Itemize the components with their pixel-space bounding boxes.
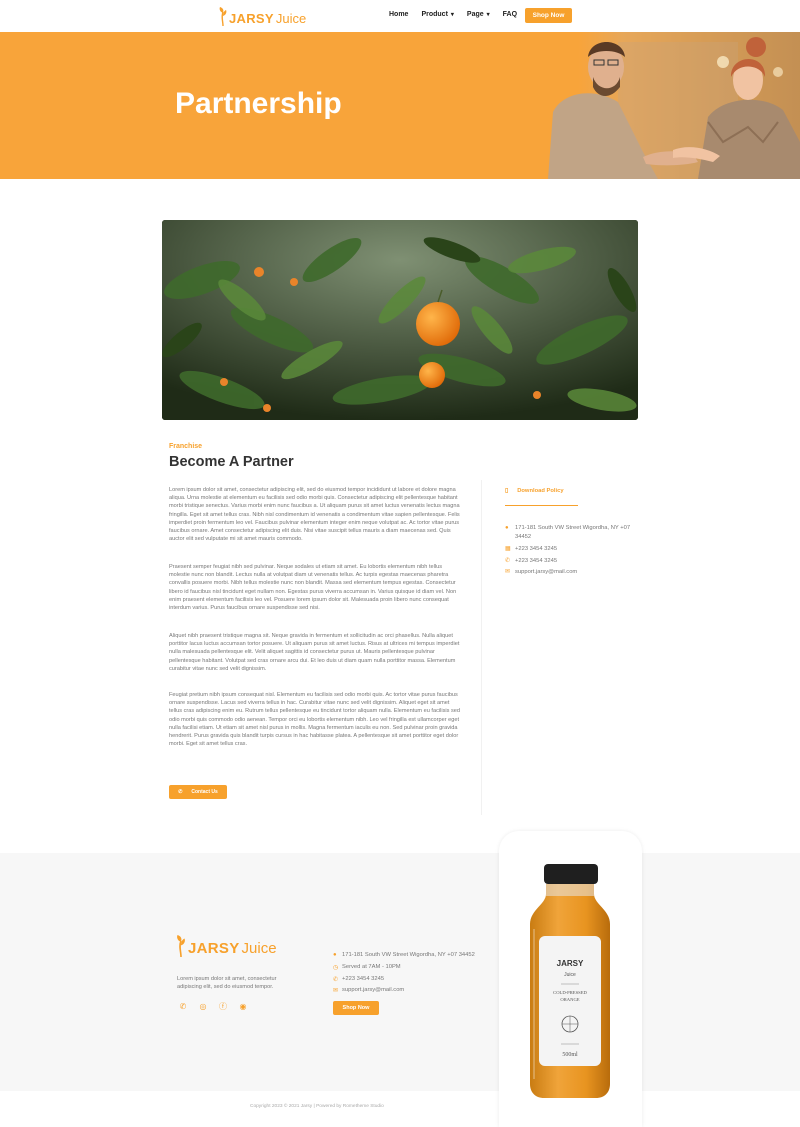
footer-hours: ◷ Served at 7AM - 10PM bbox=[333, 964, 401, 971]
location-icon: ● bbox=[505, 525, 509, 531]
brand-logo[interactable]: JARSY Juice bbox=[218, 4, 306, 26]
instagram-icon[interactable]: ◉ bbox=[238, 1001, 248, 1011]
leaf-icon bbox=[219, 7, 227, 26]
hero-banner: Partnership bbox=[0, 32, 800, 179]
shop-now-button[interactable]: Shop Now bbox=[525, 8, 572, 23]
orange-tree-illustration bbox=[162, 220, 638, 420]
footer-email-text: support.jarsy@mail.com bbox=[342, 987, 405, 993]
body-paragraph: Praesent semper feugiat nibh sed pulvina… bbox=[169, 564, 457, 612]
calendar-icon: ▦ bbox=[505, 546, 511, 552]
footer-email: ✉ support.jarsy@mail.com bbox=[333, 987, 404, 994]
clock-icon: ◷ bbox=[333, 965, 339, 971]
logo-brand-text: JARSY bbox=[229, 11, 274, 26]
page-title: Partnership bbox=[175, 87, 342, 120]
footer-address-text: 171-181 South VW Street Wigordha, NY +07… bbox=[342, 952, 475, 958]
contact-us-label: Contact Us bbox=[191, 789, 218, 795]
nav-product-label: Product bbox=[421, 11, 448, 18]
footer-phone: ✆ +223 3454 3245 bbox=[333, 976, 384, 983]
main-menu: Home Product ▾ Page ▾ FAQ bbox=[389, 11, 530, 18]
phone-icon: ✆ bbox=[333, 977, 339, 983]
sidebar-address: ● 171-181 South VW Street Wigordha, NY +… bbox=[505, 524, 640, 541]
juice-bottle-image: JARSY Juice COLD-PRESSED ORANGE 500ml bbox=[530, 864, 610, 1098]
footer-phone-text: +223 3454 3245 bbox=[342, 976, 385, 982]
nav-page-label: Page bbox=[466, 11, 484, 18]
nav-product[interactable]: Product ▾ bbox=[421, 11, 453, 18]
sidebar-address-text: 171-181 South VW Street Wigordha, NY +07… bbox=[515, 525, 631, 540]
social-links: ✆ ◎ ⓕ ◉ bbox=[178, 1001, 248, 1011]
handshake-photo bbox=[548, 32, 800, 179]
nav-home[interactable]: Home bbox=[389, 11, 408, 18]
chevron-down-icon: ▾ bbox=[450, 12, 454, 18]
contact-us-button[interactable]: ✆ Contact Us bbox=[169, 785, 227, 799]
sidebar-phone-1-text: +223 3454 3245 bbox=[515, 546, 558, 552]
bottle-line-2: ORANGE bbox=[560, 997, 579, 1002]
handshake-illustration bbox=[548, 37, 800, 179]
chevron-down-icon: ▾ bbox=[486, 12, 490, 18]
section-kicker: Franchise bbox=[169, 443, 203, 450]
sidebar-phone-2-text: +223 3454 3245 bbox=[515, 558, 558, 564]
body-paragraph: Lorem ipsum dolor sit amet, consectetur … bbox=[169, 487, 460, 543]
footer-logo-sub: Juice bbox=[241, 940, 277, 957]
section-title: Become A Partner bbox=[169, 454, 294, 470]
footer-shop-now-button[interactable]: Shop Now bbox=[333, 1001, 379, 1015]
phone-icon: ✆ bbox=[178, 789, 183, 795]
nav-page[interactable]: Page ▾ bbox=[467, 11, 490, 18]
logo-sub-text: Juice bbox=[275, 11, 307, 26]
mail-icon: ✉ bbox=[333, 988, 339, 994]
leaf-icon bbox=[177, 935, 185, 957]
copyright: Copyright 2023 © 2021 Jarsy | Powered by… bbox=[250, 1104, 384, 1109]
top-nav: JARSY Juice Home Product ▾ Page ▾ FAQ Shop… bbox=[0, 0, 800, 32]
footer bbox=[0, 853, 800, 1091]
footer-logo[interactable]: JARSY Juice bbox=[175, 935, 277, 957]
file-icon: ▯ bbox=[505, 488, 509, 494]
download-policy-label: Download Policy bbox=[517, 488, 564, 494]
footer-description: Lorem ipsum dolor sit amet, consectetur … bbox=[177, 976, 277, 991]
body-paragraph: Aliquet nibh praesent tristique magna si… bbox=[169, 633, 460, 672]
footer-logo-brand: JARSY bbox=[188, 940, 240, 957]
bottle-brand: JARSY bbox=[557, 959, 584, 968]
phone-icon: ✆ bbox=[505, 558, 511, 564]
body-paragraph: Feugiat pretium nibh ipsum consequat nis… bbox=[169, 692, 461, 748]
sidebar-email: ✉ support.jarsy@mail.com bbox=[505, 568, 640, 577]
sidebar-phone-2: ✆ +223 3454 3245 bbox=[505, 557, 640, 566]
bottle-volume: 500ml bbox=[562, 1052, 578, 1058]
phone-icon[interactable]: ✆ bbox=[178, 1001, 188, 1011]
nav-faq-label: FAQ bbox=[502, 11, 518, 18]
sidebar-email-text: support.jarsy@mail.com bbox=[515, 569, 578, 575]
orange-tree-image bbox=[162, 220, 638, 420]
download-policy-link[interactable]: ▯ Download Policy bbox=[505, 486, 578, 506]
location-icon: ● bbox=[333, 952, 337, 958]
footer-bottom bbox=[0, 1091, 800, 1127]
footer-address: ● 171-181 South VW Street Wigordha, NY +… bbox=[333, 952, 475, 958]
nav-home-label: Home bbox=[389, 11, 409, 18]
facebook-icon[interactable]: ⓕ bbox=[218, 1001, 228, 1011]
mail-icon: ✉ bbox=[505, 569, 511, 575]
whatsapp-icon[interactable]: ◎ bbox=[198, 1001, 208, 1011]
bottle-line-1: COLD-PRESSED bbox=[553, 990, 587, 995]
nav-faq[interactable]: FAQ bbox=[503, 11, 517, 18]
sidebar-phone-1: ▦ +223 3454 3245 bbox=[505, 545, 640, 554]
sidebar-divider bbox=[481, 480, 482, 815]
footer-hours-text: Served at 7AM - 10PM bbox=[342, 964, 401, 970]
bottle-sub: Juice bbox=[564, 972, 576, 978]
